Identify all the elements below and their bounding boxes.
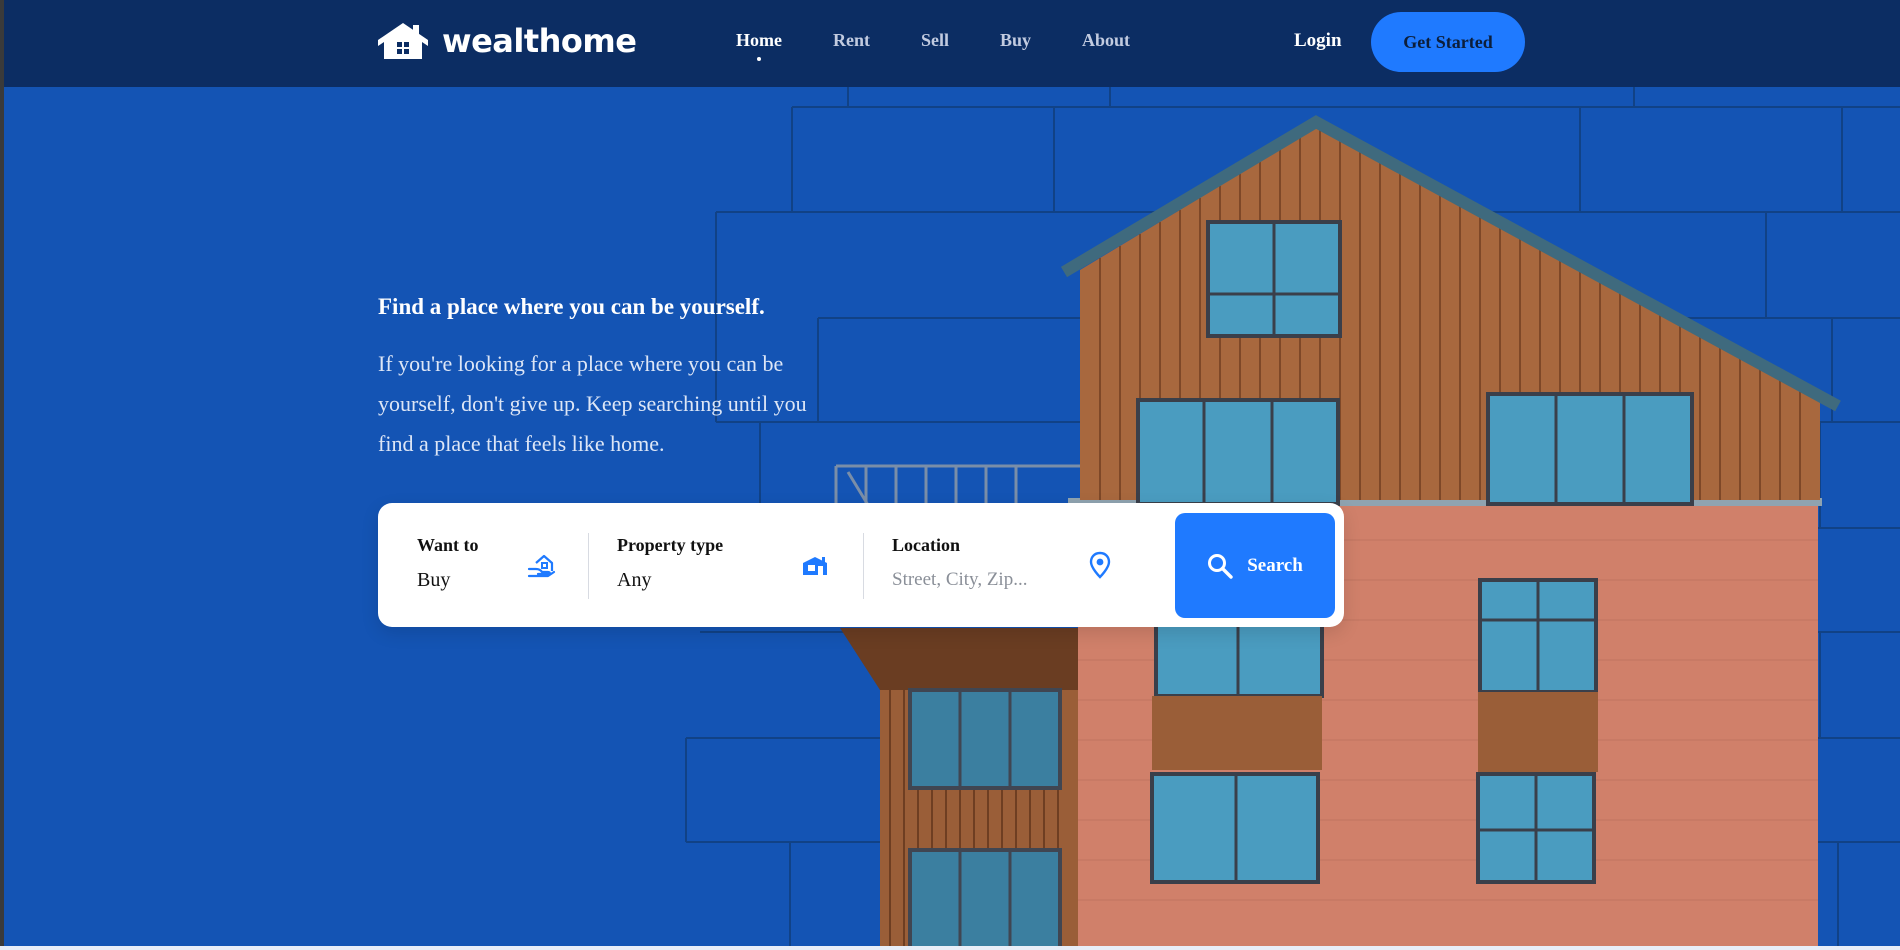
nav-rent[interactable]: Rent	[833, 30, 870, 51]
page-bottom-edge	[0, 946, 1900, 950]
location-input[interactable]: Street, City, Zip...	[892, 569, 1027, 591]
property-type-field[interactable]: Property type Any	[589, 503, 863, 627]
location-label: Location	[892, 535, 961, 555]
nav-sell-label: Sell	[920, 30, 949, 50]
nav-about[interactable]: About	[1082, 30, 1130, 51]
login-link[interactable]: Login	[1294, 30, 1342, 52]
map-pin-icon	[1089, 551, 1111, 579]
nav-buy[interactable]: Buy	[1000, 30, 1031, 51]
nav-about-label: About	[1082, 30, 1131, 50]
house-building-icon	[803, 557, 827, 575]
nav-home-label: Home	[736, 30, 782, 50]
search-icon	[1208, 553, 1233, 579]
nav-home[interactable]: Home	[736, 30, 782, 61]
location-field[interactable]: Location Street, City, Zip...	[864, 503, 1164, 627]
hero-heading: Find a place where you can be yourself.	[378, 294, 765, 319]
property-type-value: Any	[617, 569, 652, 591]
brand-name: wealthome	[442, 22, 637, 60]
want-to-label: Want to	[417, 535, 479, 555]
main-nav: Home Rent Sell Buy About	[736, 30, 1181, 61]
search-button[interactable]: Search	[1175, 513, 1335, 618]
get-started-button[interactable]: Get Started	[1371, 12, 1525, 72]
search-button-label: Search	[1247, 554, 1303, 576]
active-indicator-dot	[756, 57, 761, 61]
nav-sell[interactable]: Sell	[921, 30, 949, 51]
window-left-edge	[0, 0, 4, 950]
hero-description: If you're looking for a place where you …	[378, 351, 807, 456]
home-hand-icon	[527, 554, 556, 578]
house-logo-icon	[378, 23, 428, 59]
property-type-label: Property type	[617, 535, 724, 555]
nav-buy-label: Buy	[1000, 30, 1032, 50]
want-to-field[interactable]: Want to Buy	[378, 503, 588, 627]
top-navigation-bar: wealthome Home Rent Sell Buy About Login…	[0, 0, 1900, 87]
want-to-value: Buy	[417, 569, 451, 591]
property-search-card: Want to Buy Property type Any Location S…	[378, 503, 1344, 627]
nav-rent-label: Rent	[832, 30, 870, 50]
brand-logo[interactable]: wealthome	[378, 22, 637, 60]
